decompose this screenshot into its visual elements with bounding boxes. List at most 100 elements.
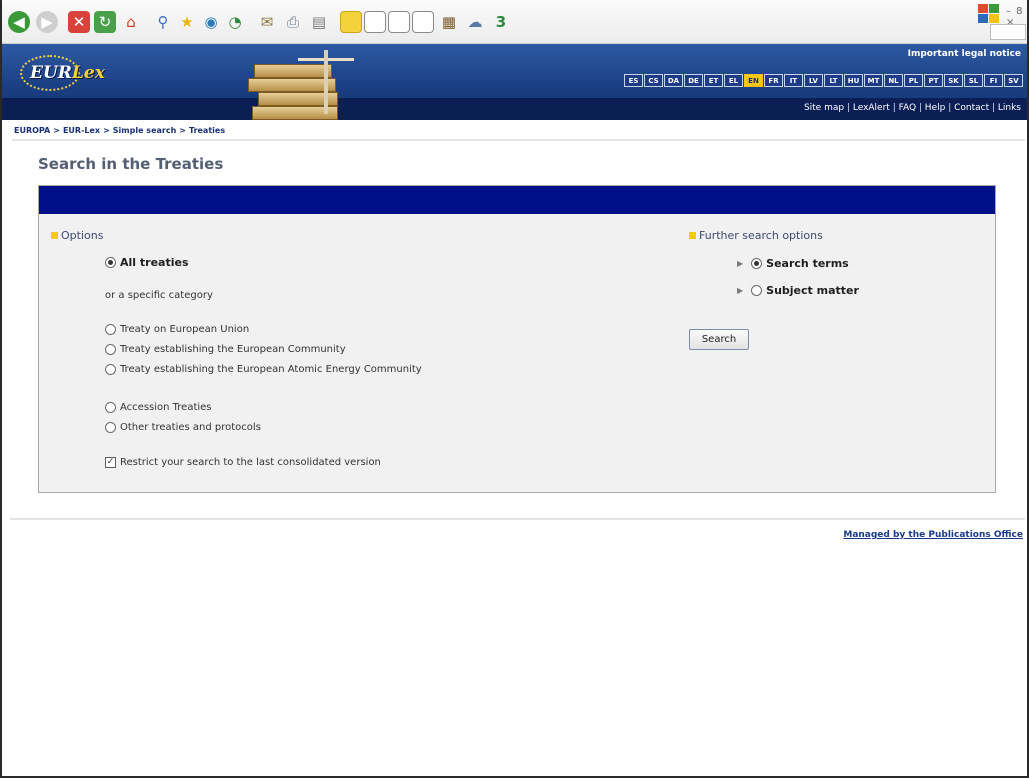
page-title: Search in the Treaties: [38, 155, 224, 173]
contact-link[interactable]: Contact: [954, 103, 989, 113]
lang-sv[interactable]: SV: [1004, 74, 1023, 87]
breadcrumb-simple-search[interactable]: Simple search: [113, 126, 177, 135]
search-icon[interactable]: ⚲: [152, 11, 174, 33]
research-icon[interactable]: ▦: [438, 11, 460, 33]
logo-text-b: Lex: [71, 63, 105, 83]
search-terms-radio[interactable]: ▶ Search terms: [737, 257, 849, 270]
lang-el[interactable]: EL: [724, 74, 743, 87]
lang-fi[interactable]: FI: [984, 74, 1003, 87]
specific-category-label: or a specific category: [105, 290, 213, 301]
radio-icon[interactable]: [105, 402, 116, 413]
radio-checked-icon[interactable]: [105, 257, 116, 268]
other-treaties-label: Other treaties and protocols: [120, 422, 261, 433]
breadcrumb-europa[interactable]: EUROPA: [14, 126, 50, 135]
radio-icon[interactable]: [105, 364, 116, 375]
page-icon[interactable]: [388, 11, 410, 33]
forward-icon[interactable]: ▶: [36, 11, 58, 33]
divider: [10, 518, 1025, 520]
address-box[interactable]: [990, 24, 1026, 40]
history-icon[interactable]: ◔: [224, 11, 246, 33]
site-banner: EURLex Important legal notice ES CS DA D…: [2, 44, 1027, 120]
radio-checked-icon[interactable]: [751, 258, 763, 269]
lang-mt[interactable]: MT: [864, 74, 883, 87]
site-map-link[interactable]: Site map: [804, 103, 844, 113]
panel-header: [39, 186, 995, 214]
page-icon[interactable]: [412, 11, 434, 33]
lang-it[interactable]: IT: [784, 74, 803, 87]
breadcrumb-eurlex[interactable]: EUR-Lex: [63, 126, 100, 135]
lexalert-link[interactable]: LexAlert: [853, 103, 890, 113]
search-button[interactable]: Search: [689, 329, 749, 350]
accession-treaties-radio[interactable]: Accession Treaties: [105, 402, 212, 413]
checkbox-checked-icon[interactable]: ✓: [105, 457, 116, 468]
breadcrumb: EUROPA > EUR-Lex > Simple search > Treaties: [14, 126, 226, 135]
radio-icon[interactable]: [751, 285, 763, 296]
lang-de[interactable]: DE: [684, 74, 703, 87]
lang-nl[interactable]: NL: [884, 74, 903, 87]
lang-es[interactable]: ES: [624, 74, 643, 87]
media-icon[interactable]: ◉: [200, 11, 222, 33]
options-heading-label: Options: [61, 229, 104, 242]
links-link[interactable]: Links: [998, 103, 1021, 113]
home-icon[interactable]: ⌂: [120, 11, 142, 33]
radio-icon[interactable]: [105, 422, 116, 433]
all-treaties-label: All treaties: [120, 256, 189, 269]
lang-sl[interactable]: SL: [964, 74, 983, 87]
treaty-ec-radio[interactable]: Treaty establishing the European Communi…: [105, 344, 346, 355]
lang-hu[interactable]: HU: [844, 74, 863, 87]
note-icon[interactable]: [340, 11, 362, 33]
accession-treaties-label: Accession Treaties: [120, 402, 212, 413]
books-illustration: [248, 44, 378, 120]
lang-fr[interactable]: FR: [764, 74, 783, 87]
radio-icon[interactable]: [105, 324, 116, 335]
top-links: Site map | LexAlert | FAQ | Help | Conta…: [803, 103, 1021, 113]
browser-toolbar: ◀ ▶ ✕ ↻ ⌂ ⚲ ★ ◉ ◔ ✉ ⎙ ▤ ▦ ☁ 3 – 8 ×: [2, 0, 1027, 44]
favorites-icon[interactable]: ★: [176, 11, 198, 33]
arrow-right-icon: ▶: [737, 259, 744, 268]
eurlex-logo[interactable]: EURLex: [16, 53, 112, 95]
publications-office-link[interactable]: Managed by the Publications Office: [843, 530, 1023, 540]
tool-icon[interactable]: 3: [490, 11, 512, 33]
other-treaties-radio[interactable]: Other treaties and protocols: [105, 422, 261, 433]
bullet-icon: [51, 232, 58, 239]
stop-icon[interactable]: ✕: [68, 11, 90, 33]
legal-notice-link[interactable]: Important legal notice: [908, 49, 1021, 59]
search-panel: Options All treaties or a specific categ…: [38, 185, 996, 493]
lang-sk[interactable]: SK: [944, 74, 963, 87]
all-treaties-radio[interactable]: All treaties: [105, 256, 189, 269]
further-heading: Further search options: [689, 229, 823, 242]
options-heading: Options: [51, 229, 103, 242]
lang-et[interactable]: ET: [704, 74, 723, 87]
restrict-checkbox[interactable]: ✓ Restrict your search to the last conso…: [105, 457, 381, 468]
edit-icon[interactable]: ▤: [308, 11, 330, 33]
treaty-euratom-radio[interactable]: Treaty establishing the European Atomic …: [105, 364, 422, 375]
messenger-icon[interactable]: ☁: [464, 11, 486, 33]
refresh-icon[interactable]: ↻: [94, 11, 116, 33]
divider: [12, 139, 1025, 141]
subject-matter-label: Subject matter: [766, 284, 859, 297]
logo-text-a: EUR: [30, 63, 72, 83]
lang-pl[interactable]: PL: [904, 74, 923, 87]
lang-cs[interactable]: CS: [644, 74, 663, 87]
specific-category-text: or a specific category: [105, 290, 213, 301]
treaty-eu-radio[interactable]: Treaty on European Union: [105, 324, 249, 335]
print-icon[interactable]: ⎙: [282, 11, 304, 33]
subject-matter-radio[interactable]: ▶ Subject matter: [737, 284, 859, 297]
help-link[interactable]: Help: [925, 103, 946, 113]
breadcrumb-treaties: Treaties: [188, 126, 226, 135]
lang-pt[interactable]: PT: [924, 74, 943, 87]
language-selector: ES CS DA DE ET EL EN FR IT LV LT HU MT N…: [624, 74, 1023, 87]
bullet-icon: [689, 232, 696, 239]
lang-lv[interactable]: LV: [804, 74, 823, 87]
lang-lt[interactable]: LT: [824, 74, 843, 87]
page-icon[interactable]: [364, 11, 386, 33]
radio-icon[interactable]: [105, 344, 116, 355]
faq-link[interactable]: FAQ: [899, 103, 916, 113]
lang-da[interactable]: DA: [664, 74, 683, 87]
lang-en[interactable]: EN: [744, 74, 763, 87]
arrow-right-icon: ▶: [737, 286, 744, 295]
windows-logo-icon: [978, 4, 1000, 24]
back-icon[interactable]: ◀: [8, 11, 30, 33]
mail-icon[interactable]: ✉: [256, 11, 278, 33]
further-heading-label: Further search options: [699, 229, 823, 242]
